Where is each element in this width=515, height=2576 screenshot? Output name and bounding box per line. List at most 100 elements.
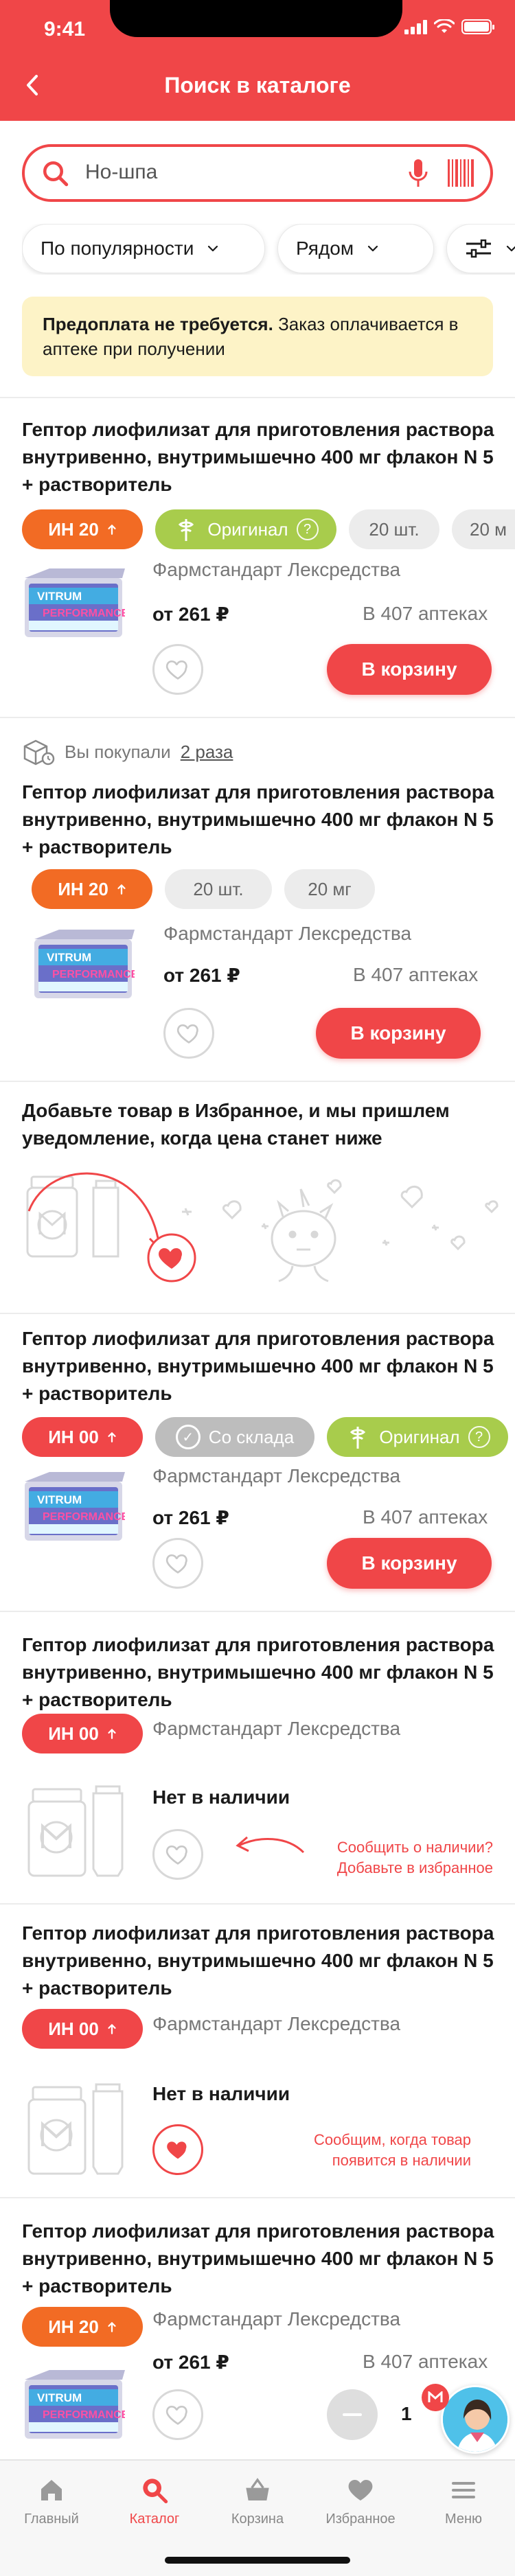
product-card[interactable]: Гептор лиофилизат для приготовления раст… — [0, 1611, 515, 1903]
sliders-icon — [466, 239, 491, 258]
favorite-button[interactable] — [152, 1829, 203, 1880]
caduceus-icon — [179, 519, 194, 541]
price: от 261 ₽ — [163, 965, 240, 986]
promo-title: Добавьте товар в Избранное, и мы пришлем… — [22, 1100, 450, 1149]
warehouse-badge[interactable]: ✓ Со склада — [155, 1417, 314, 1457]
heart-outline-icon — [164, 1841, 192, 1868]
product-title[interactable]: Гептор лиофилизат для приготовления раст… — [22, 416, 496, 498]
out-of-stock-label: Нет в наличии — [152, 1786, 290, 1808]
quantity-decrease-button[interactable] — [327, 2389, 378, 2440]
heart-outline-icon — [175, 1020, 203, 1047]
distance-dropdown[interactable]: Рядом — [277, 224, 434, 273]
sort-dropdown-label: По популярности — [41, 238, 194, 259]
tab-home[interactable]: Главный — [7, 2473, 96, 2527]
sort-dropdown[interactable]: По популярности — [22, 224, 265, 273]
in-badge[interactable]: ИН 00 — [22, 2009, 143, 2049]
in-badge[interactable]: ИН 20 — [32, 869, 152, 909]
product-image[interactable] — [32, 928, 135, 1004]
add-to-cart-button[interactable]: В корзину — [327, 644, 492, 695]
in-badge[interactable]: ИН 20 — [22, 509, 143, 549]
will-notify-hint: Сообщим, когда товар появится в наличии — [247, 2130, 471, 2171]
purchase-history-link[interactable]: 2 раза — [181, 741, 233, 763]
manufacturer: Фармстандарт Лексредства — [152, 1718, 401, 1739]
product-title[interactable]: Гептор лиофилизат для приготовления раст… — [22, 2218, 496, 2300]
caduceus-icon — [350, 1427, 366, 1449]
favorite-button[interactable] — [163, 1008, 214, 1059]
prepayment-notice: Предоплата не требуется. Заказ оплачивае… — [22, 297, 493, 376]
product-placeholder-image — [25, 2078, 128, 2181]
hamburger-icon — [452, 2482, 475, 2498]
basket-icon — [246, 2478, 269, 2500]
add-to-cart-button[interactable]: В корзину — [327, 1538, 492, 1589]
battery-icon — [461, 19, 494, 34]
catalog-search-icon — [143, 2479, 168, 2504]
favorite-button[interactable] — [152, 644, 203, 695]
availability[interactable]: В 407 аптеках — [363, 1506, 488, 1528]
availability[interactable]: В 407 аптеках — [363, 2351, 488, 2373]
availability[interactable]: В 407 аптеках — [363, 603, 488, 625]
wifi-icon — [434, 19, 455, 33]
arrow-up-icon — [107, 1727, 117, 1740]
in-badge[interactable]: ИН 00 — [22, 1417, 143, 1457]
availability[interactable]: В 407 аптеках — [353, 964, 478, 986]
tab-home-label: Главный — [24, 2511, 79, 2527]
product-image[interactable] — [22, 1471, 125, 1546]
promo-illustration — [26, 1172, 499, 1283]
tab-cart-label: Корзина — [231, 2511, 284, 2527]
box-history-icon — [23, 739, 55, 766]
price: от 261 ₽ — [152, 1507, 229, 1528]
in-badge[interactable]: ИН 00 — [22, 1714, 143, 1753]
product-image[interactable] — [22, 567, 125, 643]
heart-icon — [348, 2480, 373, 2500]
product-card[interactable]: Гептор лиофилизат для приготовления раст… — [0, 397, 515, 717]
original-badge[interactable]: Оригинал ? — [155, 509, 336, 549]
favorite-button-active[interactable] — [152, 2124, 203, 2175]
manufacturer: Фармстандарт Лексредства — [163, 923, 412, 944]
tab-catalog[interactable]: Каталог — [110, 2473, 199, 2527]
in-badge[interactable]: ИН 20 — [22, 2307, 143, 2347]
count-badge[interactable]: 20 шт. — [349, 509, 439, 549]
product-title[interactable]: Гептор лиофилизат для приготовления раст… — [22, 1631, 496, 1714]
will-notify-hint-line2: появится в наличии — [332, 2152, 471, 2169]
search-bar[interactable] — [22, 144, 493, 202]
product-card[interactable]: Вы покупали 2 раза Гептор лиофилизат для… — [0, 717, 515, 1081]
assistant-avatar[interactable] — [441, 2385, 510, 2454]
count-badge[interactable]: 20 шт. — [165, 869, 272, 909]
original-badge[interactable]: Оригинал ? — [327, 1417, 508, 1457]
chevron-down-icon — [503, 240, 515, 257]
arrow-up-icon — [107, 523, 117, 536]
home-icon — [41, 2480, 62, 2500]
add-to-cart-button[interactable]: В корзину — [316, 1008, 481, 1059]
filters-button[interactable] — [446, 224, 515, 273]
in-badge-label: ИН 20 — [48, 518, 99, 540]
favorite-button[interactable] — [152, 2389, 203, 2440]
out-of-stock-label: Нет в наличии — [152, 2083, 290, 2104]
tab-favorites[interactable]: Избранное — [316, 2473, 405, 2527]
microphone-icon[interactable] — [408, 158, 428, 189]
favorite-button[interactable] — [152, 1538, 203, 1589]
heart-outline-icon — [164, 2401, 192, 2428]
status-icons — [404, 19, 494, 34]
product-title[interactable]: Гептор лиофилизат для приготовления раст… — [22, 1920, 496, 2002]
tab-menu-label: Меню — [444, 2511, 483, 2527]
product-card[interactable]: Гептор лиофилизат для приготовления раст… — [0, 1313, 515, 1611]
arrow-up-icon — [107, 1431, 117, 1443]
product-card[interactable]: Гептор лиофилизат для приготовления раст… — [0, 2197, 515, 2459]
manufacturer: Фармстандарт Лексредства — [152, 2013, 401, 2034]
chevron-down-icon — [205, 240, 221, 257]
product-title[interactable]: Гептор лиофилизат для приготовления раст… — [22, 779, 496, 861]
dose-badge[interactable]: 20 м — [452, 509, 515, 549]
heart-filled-icon — [164, 2136, 192, 2163]
tab-cart[interactable]: Корзина — [213, 2473, 302, 2527]
brand-badge-icon — [422, 2384, 449, 2411]
product-title[interactable]: Гептор лиофилизат для приготовления раст… — [22, 1325, 496, 1407]
product-card[interactable]: Гептор лиофилизат для приготовления раст… — [0, 1903, 515, 2197]
product-image[interactable] — [22, 2369, 125, 2444]
tab-menu[interactable]: Меню — [419, 2473, 508, 2527]
dose-badge[interactable]: 20 мг — [284, 869, 375, 909]
device-notch — [110, 0, 402, 37]
badge-row: ИН 00 — [22, 2009, 143, 2050]
barcode-icon[interactable] — [448, 159, 475, 187]
distance-dropdown-label: Рядом — [296, 238, 354, 259]
search-input[interactable] — [85, 161, 401, 184]
